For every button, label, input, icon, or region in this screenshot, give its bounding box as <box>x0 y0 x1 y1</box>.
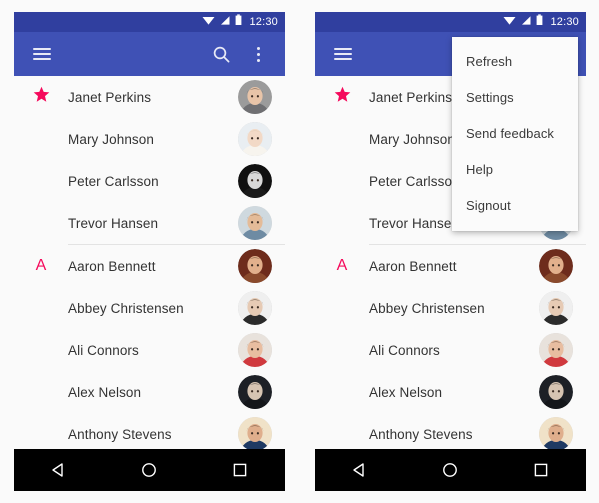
avatar-aaron-bennett <box>539 249 573 283</box>
contact-row[interactable]: Ali Connors <box>14 329 285 371</box>
section-header-letter: A <box>14 258 68 274</box>
contact-row[interactable]: Peter Carlsson <box>14 160 285 202</box>
back-icon[interactable] <box>37 449 81 491</box>
wifi-icon <box>202 13 215 31</box>
nav-bar <box>14 449 285 491</box>
contact-name: Ali Connors <box>68 342 139 358</box>
menu-item-settings[interactable]: Settings <box>452 79 578 115</box>
signal-icon <box>220 13 230 31</box>
search-icon[interactable] <box>205 38 237 70</box>
avatar-trevor-hansen <box>238 206 272 240</box>
menu-item-send-feedback[interactable]: Send feedback <box>452 115 578 151</box>
section-header-letter-text: A <box>35 257 47 274</box>
contact-name: Janet Perkins <box>68 89 152 105</box>
contact-name: Trevor Hansen <box>68 215 159 231</box>
contact-name: Alex Nelson <box>68 384 142 400</box>
avatar-anthony-stevens <box>539 417 573 449</box>
wifi-icon <box>503 13 516 31</box>
avatar-aaron-bennett <box>238 249 272 283</box>
menu-item-help[interactable]: Help <box>452 151 578 187</box>
contact-row[interactable]: Trevor Hansen <box>14 202 285 244</box>
contact-name: Abbey Christensen <box>68 300 184 316</box>
section-header-star-icon <box>315 86 369 108</box>
avatar-alex-nelson <box>539 375 573 409</box>
phone-right: 12:30 Janet Perkins Mary Johnson Peter C… <box>315 12 586 491</box>
app-bar <box>14 32 285 76</box>
contact-name: Abbey Christensen <box>369 300 485 316</box>
home-icon[interactable] <box>127 449 171 491</box>
nav-bar <box>315 449 586 491</box>
avatar-ali-connors <box>238 333 272 367</box>
avatar-anthony-stevens <box>238 417 272 449</box>
battery-icon <box>235 13 242 31</box>
avatar-abbey-christensen <box>539 291 573 325</box>
avatar-abbey-christensen <box>238 291 272 325</box>
hamburger-menu-icon[interactable] <box>26 38 58 70</box>
contact-name: Mary Johnson <box>68 131 154 147</box>
contact-row[interactable]: A Aaron Bennett <box>14 245 285 287</box>
section-header-letter-text: A <box>336 257 348 274</box>
contact-row[interactable]: Mary Johnson <box>14 118 285 160</box>
status-bar: 12:30 <box>315 12 586 32</box>
home-icon[interactable] <box>428 449 472 491</box>
avatar-mary-johnson <box>238 122 272 156</box>
avatar-janet-perkins <box>238 80 272 114</box>
menu-item-refresh[interactable]: Refresh <box>452 43 578 79</box>
contact-row[interactable]: Anthony Stevens <box>315 413 586 449</box>
contact-name: Aaron Bennett <box>68 258 156 274</box>
contact-row[interactable]: Abbey Christensen <box>315 287 586 329</box>
recents-icon[interactable] <box>218 449 262 491</box>
contact-row[interactable]: Alex Nelson <box>14 371 285 413</box>
status-bar-time: 12:30 <box>550 15 579 28</box>
status-bar: 12:30 <box>14 12 285 32</box>
section-header-star-icon <box>14 86 68 108</box>
recents-icon[interactable] <box>519 449 563 491</box>
contact-name: Ali Connors <box>369 342 440 358</box>
menu-item-signout[interactable]: Signout <box>452 187 578 223</box>
signal-icon <box>521 13 531 31</box>
overflow-menu-popup[interactable]: Refresh Settings Send feedback Help Signout <box>452 37 578 231</box>
back-icon[interactable] <box>338 449 382 491</box>
contact-row[interactable]: Abbey Christensen <box>14 287 285 329</box>
contact-name: Anthony Stevens <box>68 426 172 442</box>
status-bar-time: 12:30 <box>249 15 278 28</box>
section-header-letter: A <box>315 258 369 274</box>
contact-name: Alex Nelson <box>369 384 443 400</box>
avatar-peter-carlsson <box>238 164 272 198</box>
contact-row[interactable]: Ali Connors <box>315 329 586 371</box>
star-icon <box>33 86 50 108</box>
battery-icon <box>536 13 543 31</box>
contact-name: Peter Carlsson <box>68 173 159 189</box>
phone-left: 12:30 Janet Perkins Mary Johnson Peter C… <box>14 12 285 491</box>
contact-row[interactable]: Alex Nelson <box>315 371 586 413</box>
star-icon <box>334 86 351 108</box>
contact-row[interactable]: Anthony Stevens <box>14 413 285 449</box>
contact-row[interactable]: A Aaron Bennett <box>315 245 586 287</box>
contact-name: Aaron Bennett <box>369 258 457 274</box>
hamburger-menu-icon[interactable] <box>327 38 359 70</box>
avatar-ali-connors <box>539 333 573 367</box>
avatar-alex-nelson <box>238 375 272 409</box>
contact-name: Anthony Stevens <box>369 426 473 442</box>
contacts-list-left[interactable]: Janet Perkins Mary Johnson Peter Carlsso… <box>14 76 285 449</box>
contact-row[interactable]: Janet Perkins <box>14 76 285 118</box>
overflow-menu-icon[interactable] <box>243 38 275 70</box>
screenshot-stage: 12:30 Janet Perkins Mary Johnson Peter C… <box>0 0 599 503</box>
